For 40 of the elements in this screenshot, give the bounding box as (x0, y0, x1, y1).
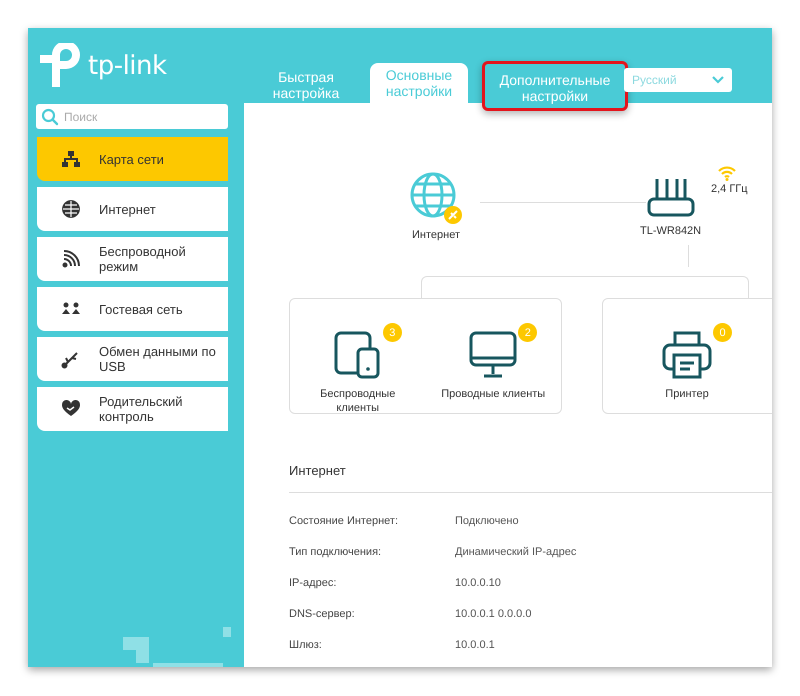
field-label: Состояние Интернет: (289, 514, 399, 529)
sidebar-item[interactable]: Карта сети (37, 137, 228, 181)
wireless-icon (61, 249, 81, 269)
printer-card[interactable]: 0 Принтер (602, 298, 772, 414)
search-icon (41, 108, 59, 126)
sidebar-item[interactable]: Интернет (37, 187, 228, 231)
tablet-phone-icon (334, 331, 382, 379)
sidebar-item[interactable]: Обмен данными по USB (37, 337, 228, 381)
node-label: TL-WR842N (640, 225, 702, 237)
chevron-down-icon (712, 76, 724, 84)
count-badge: 2 (518, 323, 538, 342)
field-value: 10.0.0.10 (455, 576, 501, 591)
count-badge: 0 (713, 323, 732, 342)
field-label: DNS-сервер: (289, 607, 356, 622)
field-value: Динамический IP-адрес (455, 545, 576, 560)
network-tree-icon (61, 149, 81, 169)
globe-icon (409, 171, 463, 225)
count-badge: 3 (382, 323, 402, 342)
wifi-icon (718, 165, 736, 181)
search-field[interactable]: Поиск (36, 104, 228, 129)
field-value: 10.0.0.1 (455, 638, 495, 653)
node-label: Интернет (412, 229, 460, 241)
client-label[interactable]: Проводные клиенты (441, 387, 546, 401)
field-value: Подключено (455, 514, 519, 529)
printer-icon (662, 331, 712, 379)
sidebar-item[interactable]: Родительский контроль (37, 387, 228, 431)
section-title: Интернет (289, 463, 772, 493)
logo-text: tp-link (88, 51, 167, 81)
globe-icon (61, 199, 81, 219)
field-label: IP-адрес: (289, 576, 338, 591)
field-label: Тип подключения: (289, 545, 382, 560)
band-label: 2,4 ГГц (711, 183, 748, 195)
sidebar-item[interactable]: Гостевая сеть (37, 287, 228, 331)
router-icon (646, 177, 695, 217)
field-value: 10.0.0.1 0.0.0.0 (455, 607, 532, 622)
sidebar-item[interactable]: Беспроводной режим (37, 237, 228, 281)
client-label[interactable]: Беспроводные клиенты (298, 387, 417, 415)
monitor-icon (469, 331, 518, 379)
heart-icon (61, 399, 81, 419)
field-label: Шлюз: (289, 638, 323, 653)
